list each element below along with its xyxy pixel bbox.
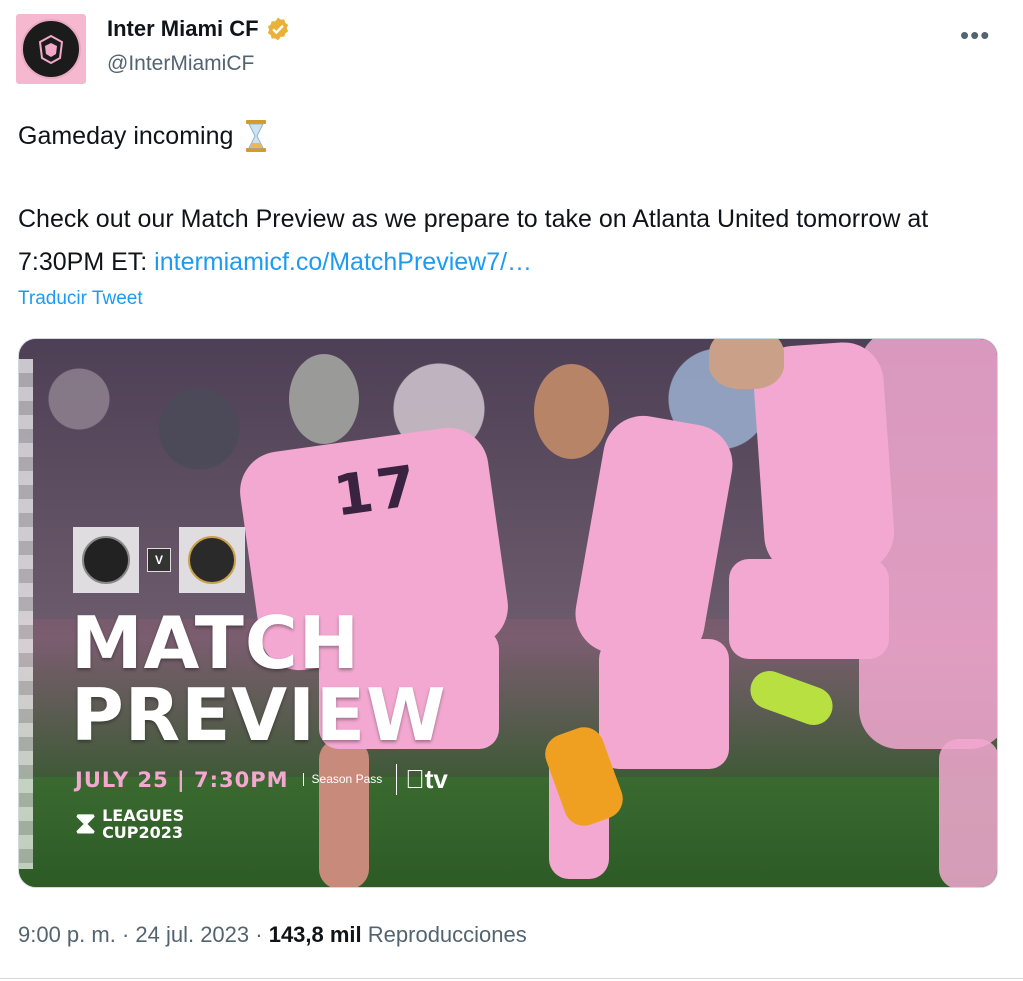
- jersey-number: 17: [329, 453, 425, 530]
- player-left-head: [289, 354, 359, 444]
- edge-stripes: [19, 359, 33, 869]
- user-handle[interactable]: @InterMiamiCF: [107, 52, 254, 76]
- inter-miami-badge: [73, 527, 139, 593]
- player-right-head: [709, 339, 784, 389]
- headline-line-1: MATCH: [71, 601, 360, 685]
- player-right-boot: [745, 665, 838, 731]
- tweet-text-line1: Gameday incoming: [18, 119, 269, 153]
- match-date: JULY 25 | 7:30PM: [75, 767, 289, 792]
- player-left-leg: [319, 739, 369, 887]
- match-date-line: JULY 25 | 7:30PM Season Pass tv: [75, 764, 448, 795]
- more-icon[interactable]: •••: [960, 20, 990, 51]
- inter-miami-crest: [21, 19, 81, 79]
- avatar[interactable]: [16, 14, 86, 84]
- divider: [0, 978, 1023, 979]
- verified-badge-icon: [267, 17, 288, 41]
- team-badges: V: [73, 527, 245, 593]
- leagues-cup-line-1: LEAGUES: [102, 806, 185, 825]
- atlanta-united-badge: [179, 527, 245, 593]
- display-name[interactable]: Inter Miami CF: [107, 16, 259, 42]
- gameday-text: Gameday incoming: [18, 121, 234, 150]
- leagues-cup-logo: ⧗ LEAGUES CUP2023: [75, 807, 184, 841]
- headline-line-2: PREVIEW: [71, 673, 447, 757]
- tweet-timestamp[interactable]: 9:00 p. m. · 24 jul. 2023 ·: [18, 922, 269, 947]
- leagues-cup-mark-icon: ⧗: [75, 807, 97, 840]
- season-pass-label: Season Pass: [302, 773, 382, 786]
- tweet-meta: 9:00 p. m. · 24 jul. 2023 · 143,8 mil Re…: [18, 922, 527, 948]
- vs-label: V: [147, 548, 171, 572]
- player-far-right-leg: [939, 739, 997, 887]
- hourglass-emoji: [246, 120, 267, 152]
- apple-tv-logo: tv: [396, 764, 448, 795]
- apple-icon: : [405, 764, 425, 794]
- match-preview-link[interactable]: intermiamicf.co/MatchPreview7/…: [154, 248, 532, 276]
- tweet-text-body: Check out our Match Preview as we prepar…: [18, 198, 998, 284]
- player-center-head: [534, 364, 609, 459]
- translate-tweet-link[interactable]: Traducir Tweet: [18, 288, 143, 310]
- leagues-cup-line-2: CUP2023: [102, 823, 184, 842]
- tweet-media-image[interactable]: 17 V MATCH PREVIEW JULY 25 | 7:30PM Seas…: [18, 338, 998, 888]
- views-count[interactable]: 143,8 mil: [269, 922, 362, 947]
- views-label: Reproducciones: [361, 922, 527, 947]
- match-preview-headline: MATCH PREVIEW: [71, 607, 447, 751]
